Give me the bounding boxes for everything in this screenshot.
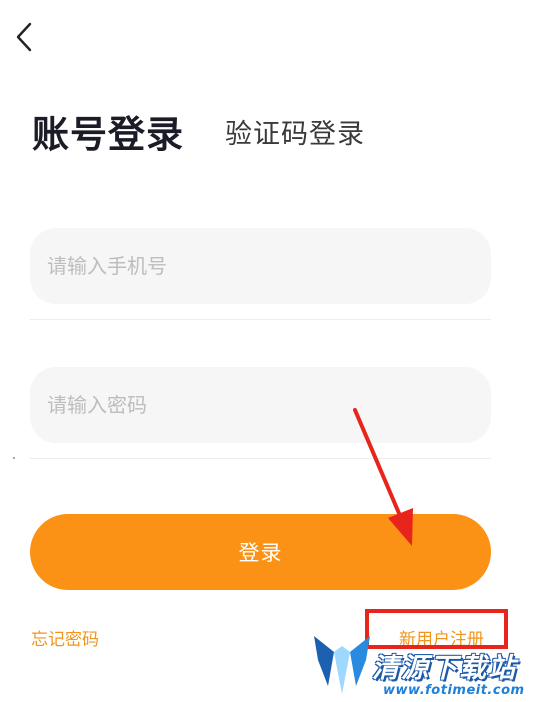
tab-account-login[interactable]: 账号登录 [32, 104, 184, 158]
password-input[interactable] [30, 367, 491, 443]
annotation-highlight-box [365, 609, 508, 649]
tab-code-login[interactable]: 验证码登录 [225, 112, 365, 151]
divider [30, 458, 491, 459]
divider [30, 319, 491, 320]
watermark-title: 清源下载站 [372, 653, 517, 684]
phone-input[interactable] [30, 228, 491, 304]
password-field[interactable] [30, 367, 491, 443]
stray-dot [13, 457, 15, 459]
watermark-url: www.fotimeit.com [383, 683, 525, 698]
watermark-logo-icon [314, 636, 370, 694]
back-button[interactable] [10, 18, 42, 56]
forgot-password-link[interactable]: 忘记密码 [31, 625, 99, 650]
phone-field[interactable] [30, 228, 491, 304]
chevron-left-icon [16, 22, 32, 52]
login-button[interactable]: 登录 [30, 514, 491, 590]
